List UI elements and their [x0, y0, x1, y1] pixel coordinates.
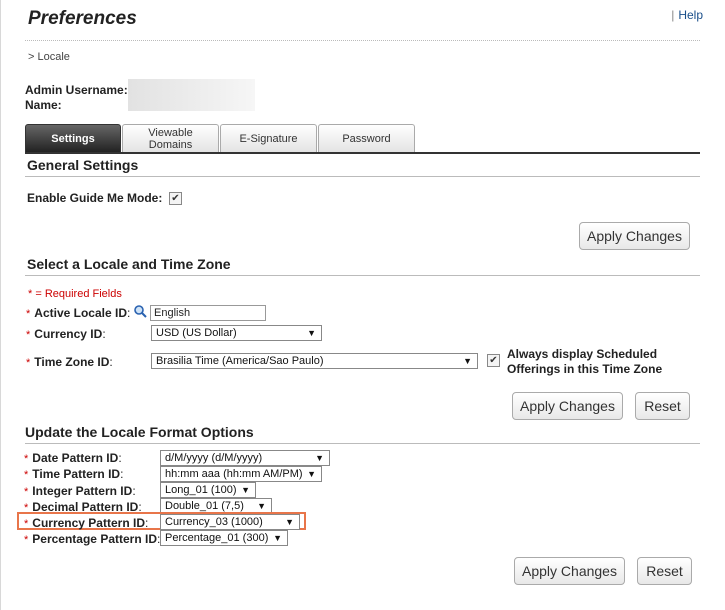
tab-settings[interactable]: Settings	[25, 124, 121, 152]
format-apply-changes-button[interactable]: Apply Changes	[514, 557, 625, 585]
always-display-checkbox[interactable]: ✔	[487, 354, 500, 367]
chevron-down-icon: ▼	[273, 533, 282, 543]
title-divider	[25, 40, 700, 41]
percentage-pattern-select[interactable]: Percentage_01 (300) ▼	[160, 530, 288, 546]
section-divider	[25, 176, 700, 177]
general-settings-heading: General Settings	[27, 157, 139, 173]
page-left-border	[0, 0, 1, 610]
chevron-down-icon: ▼	[307, 469, 316, 479]
currency-pattern-select[interactable]: Currency_03 (1000) ▼	[160, 514, 300, 530]
chevron-down-icon: ▼	[241, 485, 250, 495]
section-divider	[25, 275, 700, 276]
chevron-down-icon: ▼	[315, 453, 324, 463]
breadcrumb[interactable]: > Locale	[28, 51, 70, 63]
tab-e-signature[interactable]: E-Signature	[220, 124, 317, 152]
always-display-label: Always display Scheduled Offerings in th…	[507, 347, 663, 376]
chevron-down-icon: ▼	[463, 356, 472, 366]
tab-underline	[25, 152, 700, 154]
date-pattern-label: * Date Pattern ID:	[24, 451, 122, 465]
time-pattern-label: * Time Pattern ID:	[24, 467, 124, 481]
chevron-down-icon: ▼	[307, 328, 316, 338]
format-reset-button[interactable]: Reset	[637, 557, 692, 585]
general-apply-changes-button[interactable]: Apply Changes	[579, 222, 690, 250]
active-locale-label: * Active Locale ID:	[26, 306, 131, 320]
help-area: | Help	[671, 8, 703, 22]
format-options-heading: Update the Locale Format Options	[25, 424, 254, 440]
currency-id-select[interactable]: USD (US Dollar) ▼	[151, 325, 322, 341]
required-fields-note: * = Required Fields	[28, 288, 122, 300]
tab-viewable-domains[interactable]: Viewable Domains	[122, 124, 219, 152]
guide-me-checkbox[interactable]: ✔	[169, 192, 182, 205]
locale-apply-changes-button[interactable]: Apply Changes	[512, 392, 623, 420]
active-locale-input[interactable]: English	[150, 305, 266, 321]
integer-pattern-select[interactable]: Long_01 (100) ▼	[160, 482, 256, 498]
search-icon[interactable]	[133, 304, 147, 318]
time-pattern-select[interactable]: hh:mm aaa (hh:mm AM/PM) ▼	[160, 466, 322, 482]
help-link[interactable]: Help	[678, 8, 703, 22]
currency-pattern-label: * Currency Pattern ID:	[24, 516, 149, 530]
integer-pattern-label: * Integer Pattern ID:	[24, 484, 136, 498]
help-separator: |	[671, 8, 675, 22]
time-zone-label: * Time Zone ID:	[26, 355, 113, 369]
admin-username-value	[128, 79, 255, 111]
chevron-down-icon: ▼	[257, 501, 266, 511]
chevron-down-icon: ▼	[285, 517, 294, 527]
page-title: Preferences	[28, 8, 137, 29]
guide-me-label: Enable Guide Me Mode:	[27, 191, 163, 205]
time-zone-select[interactable]: Brasilia Time (America/Sao Paulo) ▼	[151, 353, 478, 369]
tab-password[interactable]: Password	[318, 124, 415, 152]
admin-username-label: Admin Username: Name:	[25, 83, 128, 112]
section-divider	[25, 443, 700, 444]
date-pattern-select[interactable]: d/M/yyyy (d/M/yyyy) ▼	[160, 450, 330, 466]
currency-id-label: * Currency ID:	[26, 327, 106, 341]
locale-heading: Select a Locale and Time Zone	[27, 256, 231, 272]
percentage-pattern-label: * Percentage Pattern ID:	[24, 532, 161, 546]
locale-reset-button[interactable]: Reset	[635, 392, 690, 420]
